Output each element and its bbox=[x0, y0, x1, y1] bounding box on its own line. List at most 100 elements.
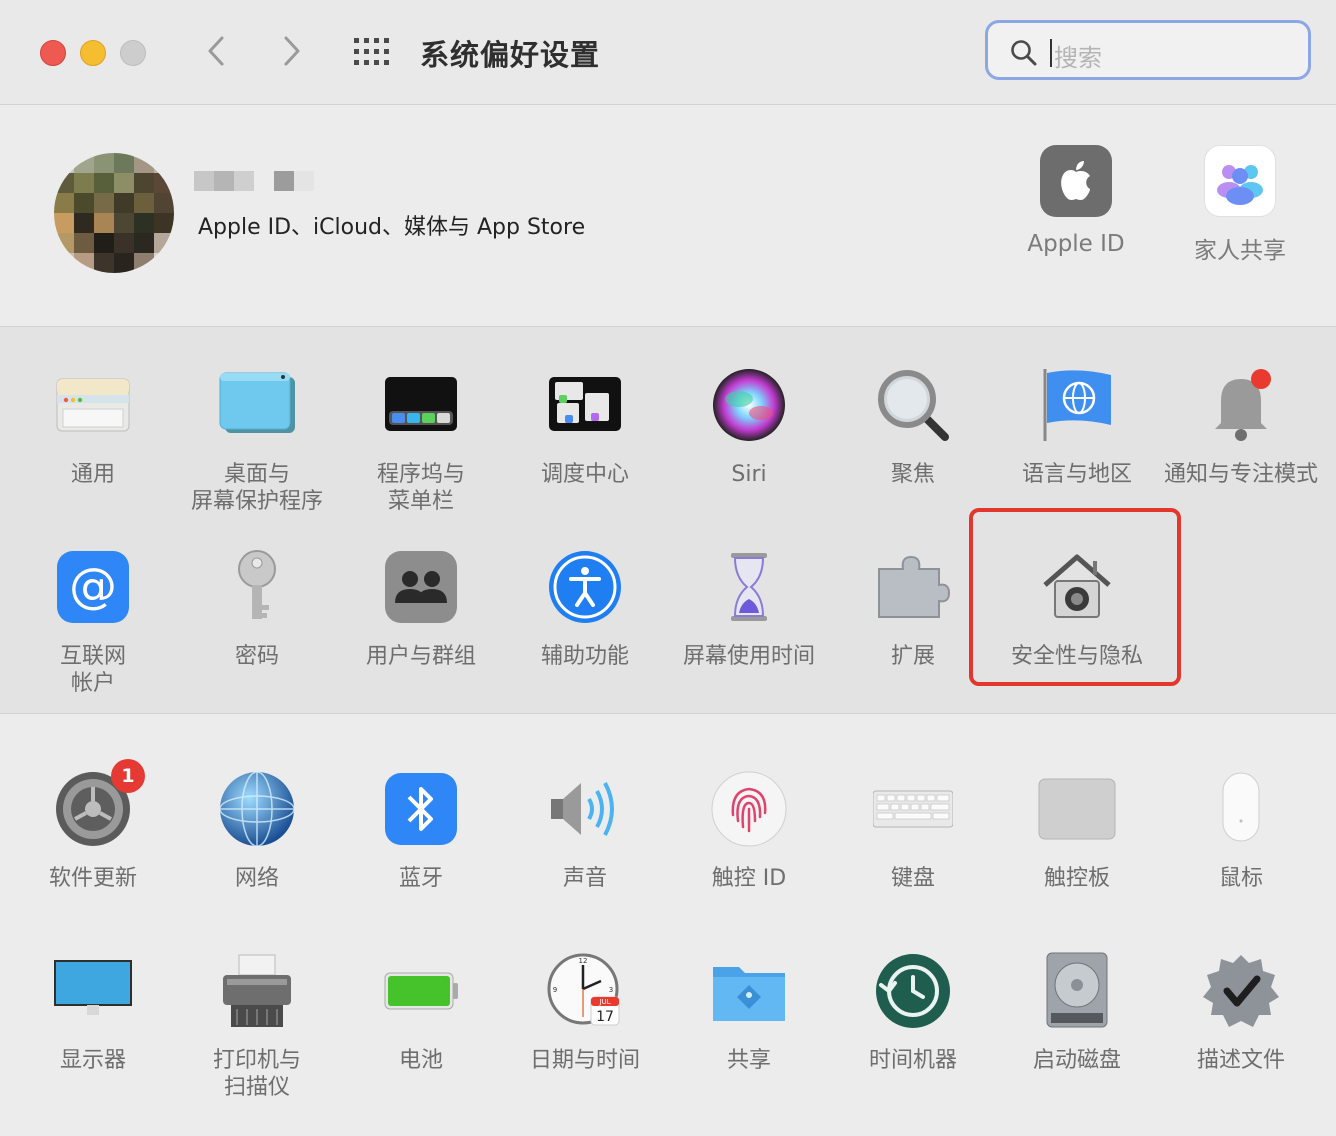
pref-dock-menubar[interactable]: 程序坞与 菜单栏 bbox=[339, 365, 503, 515]
pref-label-line: 调度中心 bbox=[540, 462, 629, 487]
pref-label: 网络 bbox=[175, 865, 339, 892]
pref-screen-time[interactable]: 屏幕使用时间 bbox=[667, 547, 831, 670]
back-button[interactable] bbox=[202, 34, 232, 68]
pref-label-line: 菜单栏 bbox=[387, 489, 454, 514]
pref-label: 显示器 bbox=[11, 1047, 175, 1074]
pref-label-line: 触控板 bbox=[1043, 866, 1110, 891]
pref-label-line: 时间机器 bbox=[868, 1048, 957, 1073]
pref-notifications-focus[interactable]: 通知与专注模式 bbox=[1159, 365, 1323, 488]
family-sharing-pane[interactable]: 家人共享 bbox=[1170, 145, 1310, 265]
pref-label: Siri bbox=[667, 461, 831, 488]
pref-desktop-screensaver[interactable]: 桌面与 屏幕保护程序 bbox=[175, 365, 339, 515]
pref-date-time[interactable]: 12 3 9 JUL 17 日期与时间 bbox=[503, 951, 667, 1074]
update-badge: 1 bbox=[111, 759, 145, 793]
pref-label-line: 聚焦 bbox=[890, 462, 935, 487]
pref-label: 键盘 bbox=[831, 865, 995, 892]
pref-printers-scanners[interactable]: 打印机与 扫描仪 bbox=[175, 951, 339, 1101]
at-sign-icon: @ bbox=[53, 547, 133, 627]
pref-label-line: 触控 ID bbox=[711, 866, 787, 891]
pref-label: 时间机器 bbox=[831, 1047, 995, 1074]
hard-disk-icon bbox=[1037, 951, 1117, 1031]
pref-startup-disk[interactable]: 启动磁盘 bbox=[995, 951, 1159, 1074]
pref-label-line: 桌面与 bbox=[223, 462, 290, 487]
bluetooth-icon bbox=[381, 769, 461, 849]
pref-label-line: 扫描仪 bbox=[223, 1075, 290, 1100]
general-icon bbox=[53, 365, 133, 445]
pref-label: 日期与时间 bbox=[503, 1047, 667, 1074]
search-field[interactable]: 搜索 bbox=[985, 20, 1311, 80]
user-avatar[interactable] bbox=[54, 153, 174, 273]
pref-language-region[interactable]: 语言与地区 bbox=[995, 365, 1159, 488]
pref-label-line: Siri bbox=[731, 462, 767, 487]
pref-sharing[interactable]: 共享 bbox=[667, 951, 831, 1074]
pref-label: 桌面与 屏幕保护程序 bbox=[175, 461, 339, 515]
pref-label-line: 描述文件 bbox=[1196, 1048, 1285, 1073]
pref-label: 触控板 bbox=[995, 865, 1159, 892]
pref-siri[interactable]: Siri bbox=[667, 365, 831, 488]
pref-network[interactable]: 网络 bbox=[175, 769, 339, 892]
pref-label-line: 键盘 bbox=[890, 866, 935, 891]
close-window-button[interactable] bbox=[40, 40, 66, 66]
users-icon bbox=[381, 547, 461, 627]
key-icon bbox=[217, 547, 297, 627]
pref-label-line: 帐户 bbox=[70, 671, 115, 696]
pref-mouse[interactable]: 鼠标 bbox=[1159, 769, 1323, 892]
pref-internet-accounts[interactable]: @ 互联网 帐户 bbox=[11, 547, 175, 697]
pref-displays[interactable]: 显示器 bbox=[11, 951, 175, 1074]
pref-label-line: 通用 bbox=[70, 462, 115, 487]
dock-icon bbox=[381, 365, 461, 445]
pref-label-line: 启动磁盘 bbox=[1032, 1048, 1121, 1073]
grid-icon bbox=[354, 38, 389, 65]
svg-text:@: @ bbox=[69, 558, 117, 614]
pref-label: 共享 bbox=[667, 1047, 831, 1074]
pref-accessibility[interactable]: 辅助功能 bbox=[503, 547, 667, 670]
battery-icon bbox=[381, 951, 461, 1031]
pref-users-groups[interactable]: 用户与群组 bbox=[339, 547, 503, 670]
pref-spotlight[interactable]: 聚焦 bbox=[831, 365, 995, 488]
pref-keyboard[interactable]: 键盘 bbox=[831, 769, 995, 892]
pref-time-machine[interactable]: 时间机器 bbox=[831, 951, 995, 1074]
pref-label-line: 打印机与 bbox=[212, 1048, 301, 1073]
pref-label: 用户与群组 bbox=[339, 643, 503, 670]
apple-logo-icon bbox=[1040, 145, 1112, 217]
pref-label: 互联网 帐户 bbox=[11, 643, 175, 697]
pref-label-line: 辅助功能 bbox=[540, 644, 629, 669]
pref-label: 辅助功能 bbox=[503, 643, 667, 670]
keyboard-icon bbox=[872, 769, 954, 849]
apple-id-label: Apple ID bbox=[1027, 231, 1125, 257]
show-all-button[interactable] bbox=[354, 38, 390, 66]
pref-label: 程序坞与 菜单栏 bbox=[339, 461, 503, 515]
pref-label-line: 语言与地区 bbox=[1021, 462, 1132, 487]
pref-label: 密码 bbox=[175, 643, 339, 670]
network-globe-icon bbox=[217, 769, 297, 849]
zoom-window-button[interactable] bbox=[120, 40, 146, 66]
apple-id-pane[interactable]: Apple ID bbox=[1006, 145, 1146, 257]
checkmark-badge-icon bbox=[1201, 951, 1281, 1031]
pref-label: 鼠标 bbox=[1159, 865, 1323, 892]
forward-button[interactable] bbox=[276, 34, 306, 68]
pref-label-line: 显示器 bbox=[59, 1048, 126, 1073]
pref-label-line: 日期与时间 bbox=[529, 1048, 640, 1073]
pref-battery[interactable]: 电池 bbox=[339, 951, 503, 1074]
pref-software-update[interactable]: 1 软件更新 bbox=[11, 759, 175, 892]
hourglass-icon bbox=[709, 547, 789, 627]
pref-profiles[interactable]: 描述文件 bbox=[1159, 951, 1323, 1074]
svg-text:12: 12 bbox=[579, 957, 588, 965]
pref-sound[interactable]: 声音 bbox=[503, 769, 667, 892]
pref-label-line: 软件更新 bbox=[48, 866, 137, 891]
pref-passwords[interactable]: 密码 bbox=[175, 547, 339, 670]
pref-label-line: 通知与专注模式 bbox=[1163, 462, 1318, 487]
minimize-window-button[interactable] bbox=[80, 40, 106, 66]
pref-bluetooth[interactable]: 蓝牙 bbox=[339, 769, 503, 892]
svg-text:3: 3 bbox=[609, 986, 613, 994]
security-highlight-box bbox=[969, 508, 1181, 686]
pref-trackpad[interactable]: 触控板 bbox=[995, 769, 1159, 892]
pref-mission-control[interactable]: 调度中心 bbox=[503, 365, 667, 488]
calendar-month: JUL bbox=[598, 998, 610, 1006]
pref-touch-id[interactable]: 触控 ID bbox=[667, 769, 831, 892]
globe-flag-icon bbox=[1037, 365, 1117, 445]
pref-label-line: 共享 bbox=[726, 1048, 771, 1073]
pref-label: 通知与专注模式 bbox=[1159, 461, 1323, 488]
pref-general[interactable]: 通用 bbox=[11, 365, 175, 488]
speaker-icon bbox=[545, 769, 625, 849]
